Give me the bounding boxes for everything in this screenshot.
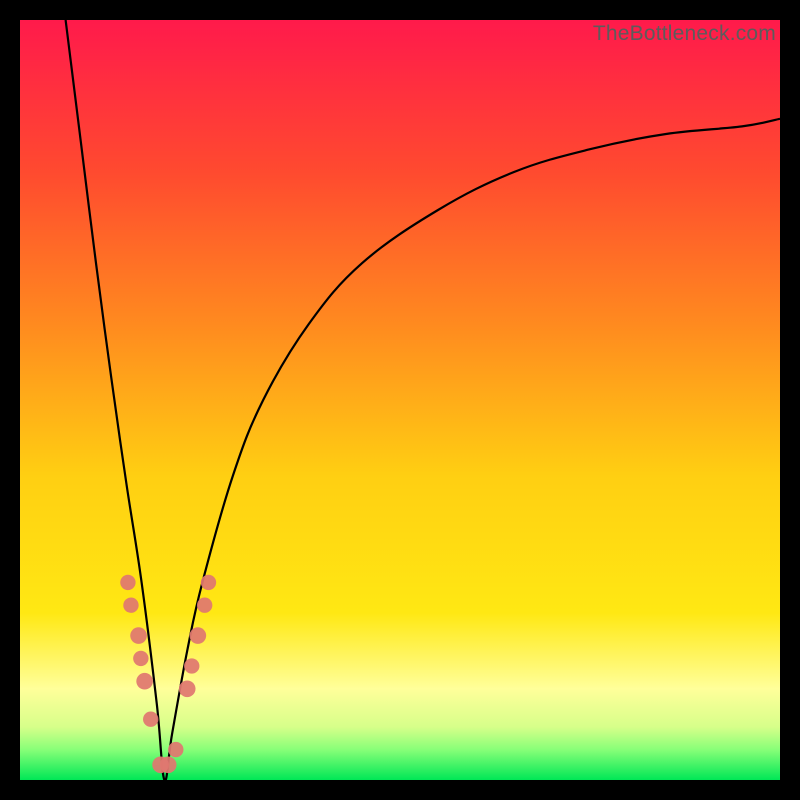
data-dot bbox=[179, 680, 196, 697]
data-dot bbox=[190, 627, 207, 644]
data-dot bbox=[120, 575, 135, 590]
plot-area: TheBottleneck.com bbox=[20, 20, 780, 780]
data-dot bbox=[168, 742, 183, 757]
data-dot bbox=[136, 673, 153, 690]
data-dot bbox=[184, 658, 199, 673]
data-dot bbox=[160, 756, 177, 773]
data-dot bbox=[123, 598, 138, 613]
watermark-text: TheBottleneck.com bbox=[593, 22, 776, 46]
data-dot bbox=[197, 598, 212, 613]
bottleneck-curve bbox=[66, 20, 780, 780]
data-dot bbox=[133, 651, 148, 666]
data-dots bbox=[120, 575, 216, 773]
data-dot bbox=[201, 575, 216, 590]
data-dot bbox=[143, 712, 158, 727]
chart-svg bbox=[20, 20, 780, 780]
data-dot bbox=[130, 627, 147, 644]
